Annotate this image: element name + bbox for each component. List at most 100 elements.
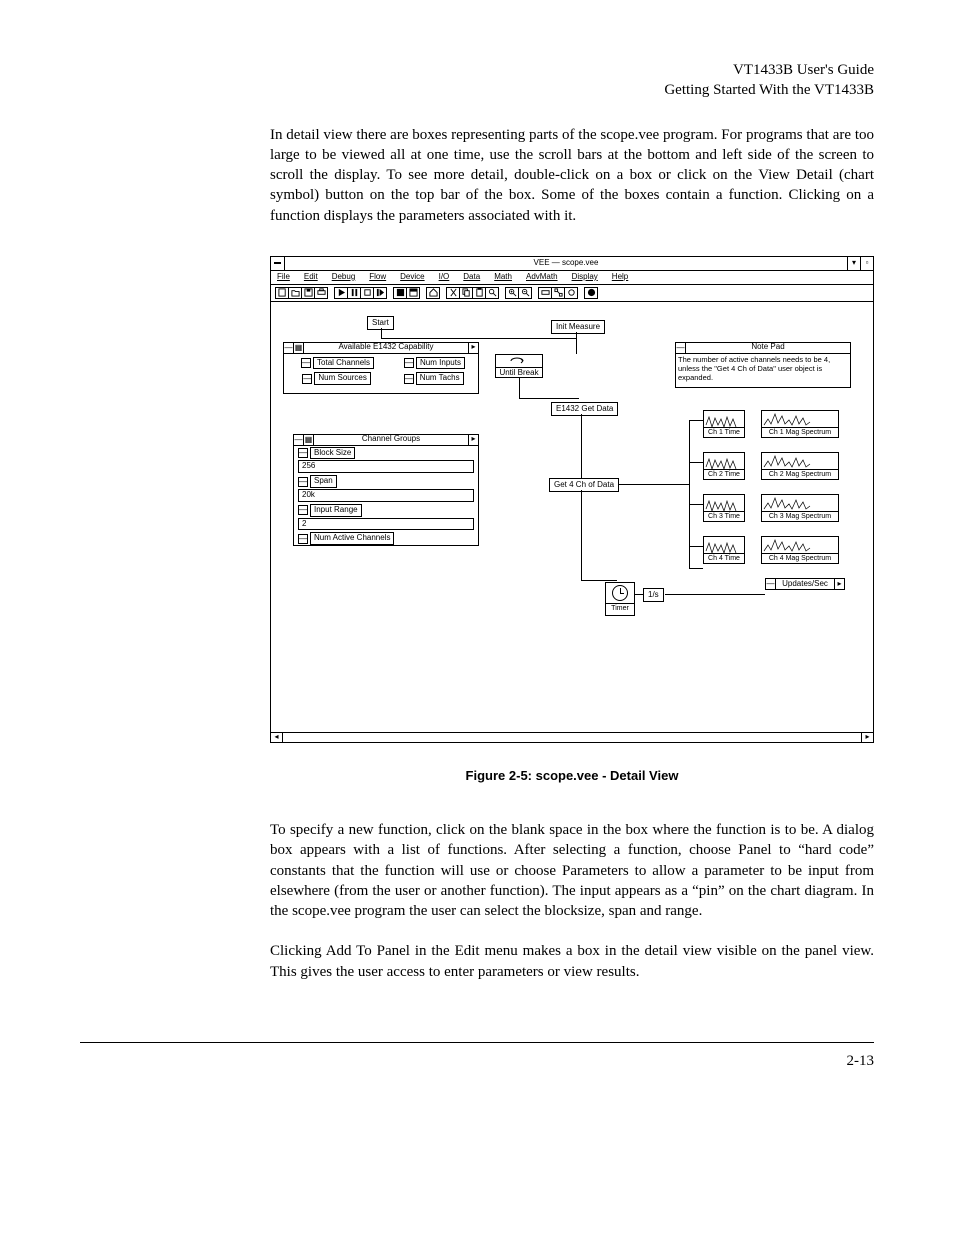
- scroll-right-icon[interactable]: ▸: [861, 733, 873, 742]
- toolbar-stop-icon[interactable]: [360, 287, 374, 299]
- start-label: Start: [372, 318, 389, 327]
- expand-icon[interactable]: ▸: [468, 342, 478, 353]
- header-line2: Getting Started With the VT1433B: [270, 80, 874, 100]
- expand-icon[interactable]: ▸: [468, 434, 478, 445]
- timer-object[interactable]: Timer: [605, 582, 635, 616]
- ch3-mag-plot[interactable]: Ch 3 Mag Spectrum: [761, 494, 839, 522]
- vee-canvas[interactable]: Start Init Measure — ▦ Available E1432 C…: [271, 302, 873, 732]
- toolbar-open-icon[interactable]: [288, 287, 302, 299]
- menu-display[interactable]: Display: [572, 272, 598, 283]
- input-range-value[interactable]: 2: [298, 518, 474, 531]
- menu-device[interactable]: Device: [400, 272, 424, 283]
- menu-io[interactable]: I/O: [439, 272, 450, 283]
- updates-per-sec-object[interactable]: — Updates/Sec ▸: [765, 578, 845, 590]
- notepad-title: Note Pad: [686, 342, 850, 353]
- block-size-value[interactable]: 256: [298, 460, 474, 473]
- toolbar-save-icon[interactable]: [301, 287, 315, 299]
- vee-toolbar: [271, 285, 873, 302]
- menu-advmath[interactable]: AdvMath: [526, 272, 558, 283]
- expand-icon[interactable]: ▸: [834, 579, 844, 590]
- toolbar-step-icon[interactable]: [373, 287, 387, 299]
- ch4-mag-label: Ch 4 Mag Spectrum: [761, 554, 839, 564]
- ch1-time-label: Ch 1 Time: [703, 428, 745, 438]
- ch4-mag-plot[interactable]: Ch 4 Mag Spectrum: [761, 536, 839, 564]
- block-size-label: Block Size: [310, 447, 355, 460]
- toolbar-find-icon[interactable]: [485, 287, 499, 299]
- toolbar-pause-icon[interactable]: [347, 287, 361, 299]
- spectrum-icon: [762, 411, 839, 428]
- ch1-time-plot[interactable]: Ch 1 Time: [703, 410, 745, 438]
- toolbar-object3-icon[interactable]: [564, 287, 578, 299]
- ch1-mag-label: Ch 1 Mag Spectrum: [761, 428, 839, 438]
- footer-rule: [80, 1042, 874, 1043]
- waveform-icon: [704, 495, 745, 512]
- toolbar-help-icon[interactable]: [584, 287, 598, 299]
- timer-value: 1/s: [643, 588, 664, 603]
- span-value[interactable]: 20k: [298, 489, 474, 502]
- toolbar-zoom-in-icon[interactable]: [505, 287, 519, 299]
- notepad-body: The number of active channels needs to b…: [676, 354, 850, 383]
- toolbar-object1-icon[interactable]: [538, 287, 552, 299]
- e1432-get-data-object[interactable]: E1432 Get Data: [551, 402, 618, 417]
- ch4-time-label: Ch 4 Time: [703, 554, 745, 564]
- collapse-icon[interactable]: —: [284, 343, 294, 353]
- total-channels-label: Total Channels: [313, 357, 374, 370]
- num-active-channels-label: Num Active Channels: [310, 532, 394, 545]
- channel-groups-title: Channel Groups: [314, 434, 468, 445]
- ch3-mag-label: Ch 3 Mag Spectrum: [761, 512, 839, 522]
- view-detail-icon[interactable]: ▦: [294, 343, 304, 353]
- init-measure-object[interactable]: Init Measure: [551, 320, 605, 335]
- toolbar-paste-icon[interactable]: [472, 287, 486, 299]
- input-range-label: Input Range: [310, 504, 362, 517]
- capability-object[interactable]: — ▦ Available E1432 Capability ▸ —Total …: [283, 342, 479, 394]
- menu-file[interactable]: File: [277, 272, 290, 283]
- toolbar-new-icon[interactable]: [275, 287, 289, 299]
- clock-icon: [612, 585, 628, 601]
- window-system-menu-icon[interactable]: [271, 257, 285, 270]
- ch2-time-plot[interactable]: Ch 2 Time: [703, 452, 745, 480]
- collapse-icon[interactable]: —: [676, 343, 686, 353]
- ch2-mag-plot[interactable]: Ch 2 Mag Spectrum: [761, 452, 839, 480]
- e1432-get-data-label: E1432 Get Data: [556, 404, 613, 413]
- num-inputs-label: Num Inputs: [416, 357, 465, 370]
- horizontal-scrollbar[interactable]: ◂ ▸: [271, 732, 873, 742]
- until-break-object[interactable]: Until Break: [495, 354, 543, 378]
- toolbar-home-icon[interactable]: [426, 287, 440, 299]
- waveform-icon: [704, 453, 745, 470]
- get-4ch-label: Get 4 Ch of Data: [554, 480, 614, 489]
- toolbar-copy-icon[interactable]: [459, 287, 473, 299]
- ch3-time-label: Ch 3 Time: [703, 512, 745, 522]
- view-detail-icon[interactable]: ▦: [304, 435, 314, 445]
- scroll-left-icon[interactable]: ◂: [271, 733, 283, 742]
- notepad-object[interactable]: — Note Pad The number of active channels…: [675, 342, 851, 388]
- vee-title: VEE — scope.vee: [285, 258, 847, 269]
- num-tachs-label: Num Tachs: [416, 372, 464, 385]
- ch3-time-plot[interactable]: Ch 3 Time: [703, 494, 745, 522]
- get-4ch-object[interactable]: Get 4 Ch of Data: [549, 478, 619, 493]
- toolbar-object2-icon[interactable]: [551, 287, 565, 299]
- channel-groups-object[interactable]: — ▦ Channel Groups ▸ —Block Size 256 —Sp…: [293, 434, 479, 546]
- menu-math[interactable]: Math: [494, 272, 512, 283]
- menu-edit[interactable]: Edit: [304, 272, 318, 283]
- toolbar-print-icon[interactable]: [314, 287, 328, 299]
- menu-help[interactable]: Help: [612, 272, 628, 283]
- window-minimize-icon[interactable]: ▾: [847, 257, 860, 270]
- toolbar-zoom-out-icon[interactable]: [518, 287, 532, 299]
- ch1-mag-plot[interactable]: Ch 1 Mag Spectrum: [761, 410, 839, 438]
- collapse-icon[interactable]: —: [294, 435, 304, 445]
- toolbar-detail-icon[interactable]: [406, 287, 420, 299]
- menu-flow[interactable]: Flow: [369, 272, 386, 283]
- toolbar-run-icon[interactable]: [334, 287, 348, 299]
- capability-title: Available E1432 Capability: [304, 342, 468, 353]
- menu-data[interactable]: Data: [463, 272, 480, 283]
- init-measure-label: Init Measure: [556, 322, 600, 331]
- num-sources-label: Num Sources: [314, 372, 370, 385]
- window-maximize-icon[interactable]: ▫: [860, 257, 873, 270]
- toolbar-panel-icon[interactable]: [393, 287, 407, 299]
- collapse-icon[interactable]: —: [766, 579, 776, 589]
- menu-debug[interactable]: Debug: [332, 272, 356, 283]
- vee-menubar: File Edit Debug Flow Device I/O Data Mat…: [271, 271, 873, 285]
- toolbar-cut-icon[interactable]: [446, 287, 460, 299]
- ch2-time-label: Ch 2 Time: [703, 470, 745, 480]
- ch4-time-plot[interactable]: Ch 4 Time: [703, 536, 745, 564]
